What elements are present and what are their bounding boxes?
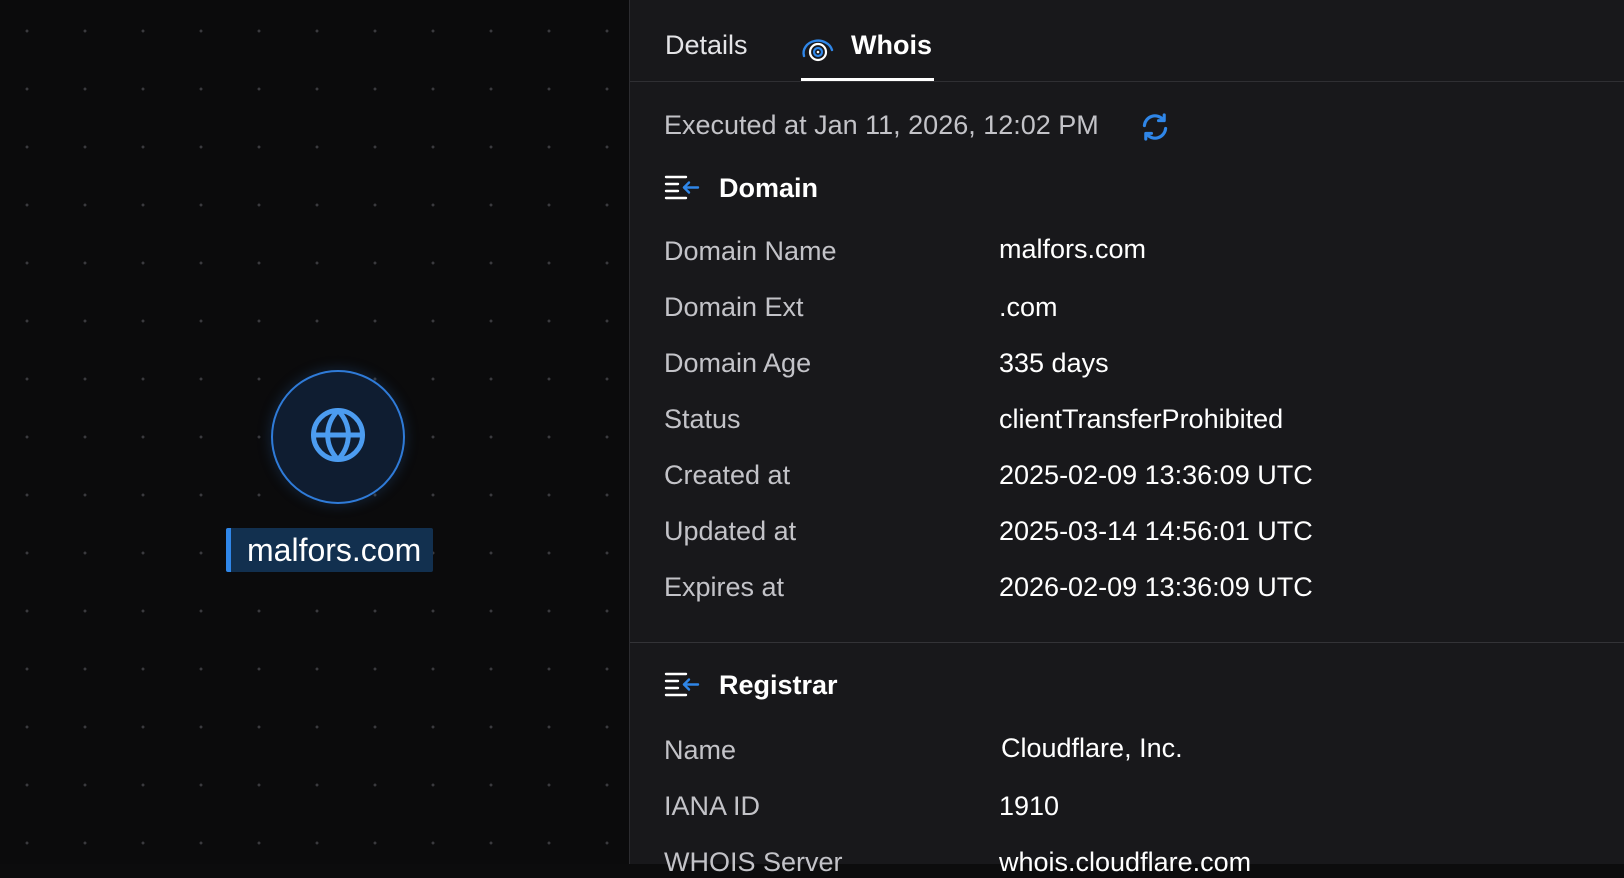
row-label-registrar-name: Name bbox=[664, 735, 737, 765]
row-label-expires-at: Expires at bbox=[664, 572, 785, 602]
row-value-domain-ext: .com bbox=[999, 292, 1058, 322]
globe-icon bbox=[307, 404, 369, 471]
row-value-iana-id: 1910 bbox=[999, 791, 1060, 821]
row-value-updated-at: 2025-03-14 14:56:01 UTC bbox=[999, 516, 1313, 546]
row-value-created-at: 2025-02-09 13:36:09 UTC bbox=[999, 460, 1313, 490]
list-collapse-icon bbox=[664, 670, 700, 707]
row-label-created-at: Created at bbox=[664, 460, 791, 490]
row-label-iana-id: IANA ID bbox=[664, 791, 761, 821]
refresh-button[interactable] bbox=[1138, 110, 1172, 144]
tab-details[interactable]: Details bbox=[665, 30, 748, 81]
row-value-domain-age: 335 days bbox=[999, 348, 1109, 378]
graph-canvas[interactable]: malfors.com bbox=[0, 0, 629, 864]
row-label-domain-age: Domain Age bbox=[664, 348, 812, 378]
section-divider bbox=[630, 642, 1624, 643]
row-label-status: Status bbox=[664, 404, 741, 434]
row-label-domain-ext: Domain Ext bbox=[664, 292, 804, 322]
domain-node-label[interactable]: malfors.com bbox=[226, 528, 434, 572]
domain-section-title: Domain bbox=[719, 173, 819, 203]
executed-timestamp: Executed at Jan 11, 2026, 12:02 PM bbox=[664, 110, 1099, 140]
list-collapse-icon bbox=[664, 173, 700, 210]
row-label-updated-at: Updated at bbox=[664, 516, 797, 546]
row-value-registrar-name: Cloudflare, Inc. bbox=[1001, 733, 1183, 763]
details-panel: Details Whois Executed at Jan 11, 2026, … bbox=[630, 0, 1624, 877]
whois-fingerprint-icon bbox=[801, 36, 835, 71]
tab-bar: Details Whois bbox=[630, 0, 1624, 82]
row-value-expires-at: 2026-02-09 13:36:09 UTC bbox=[999, 572, 1313, 602]
row-value-whois-server: whois.cloudflare.com bbox=[999, 847, 1252, 877]
row-label-domain-name: Domain Name bbox=[664, 236, 837, 266]
tab-whois-label: Whois bbox=[851, 30, 932, 60]
tab-whois[interactable]: Whois bbox=[801, 30, 934, 81]
registrar-section-title: Registrar bbox=[719, 670, 838, 700]
row-value-domain-name: malfors.com bbox=[999, 234, 1147, 264]
refresh-icon bbox=[1138, 113, 1172, 148]
domain-node[interactable] bbox=[271, 370, 405, 504]
row-value-status: clientTransferProhibited bbox=[999, 404, 1284, 434]
tab-details-label: Details bbox=[665, 30, 748, 60]
row-label-whois-server: WHOIS Server bbox=[664, 847, 843, 877]
